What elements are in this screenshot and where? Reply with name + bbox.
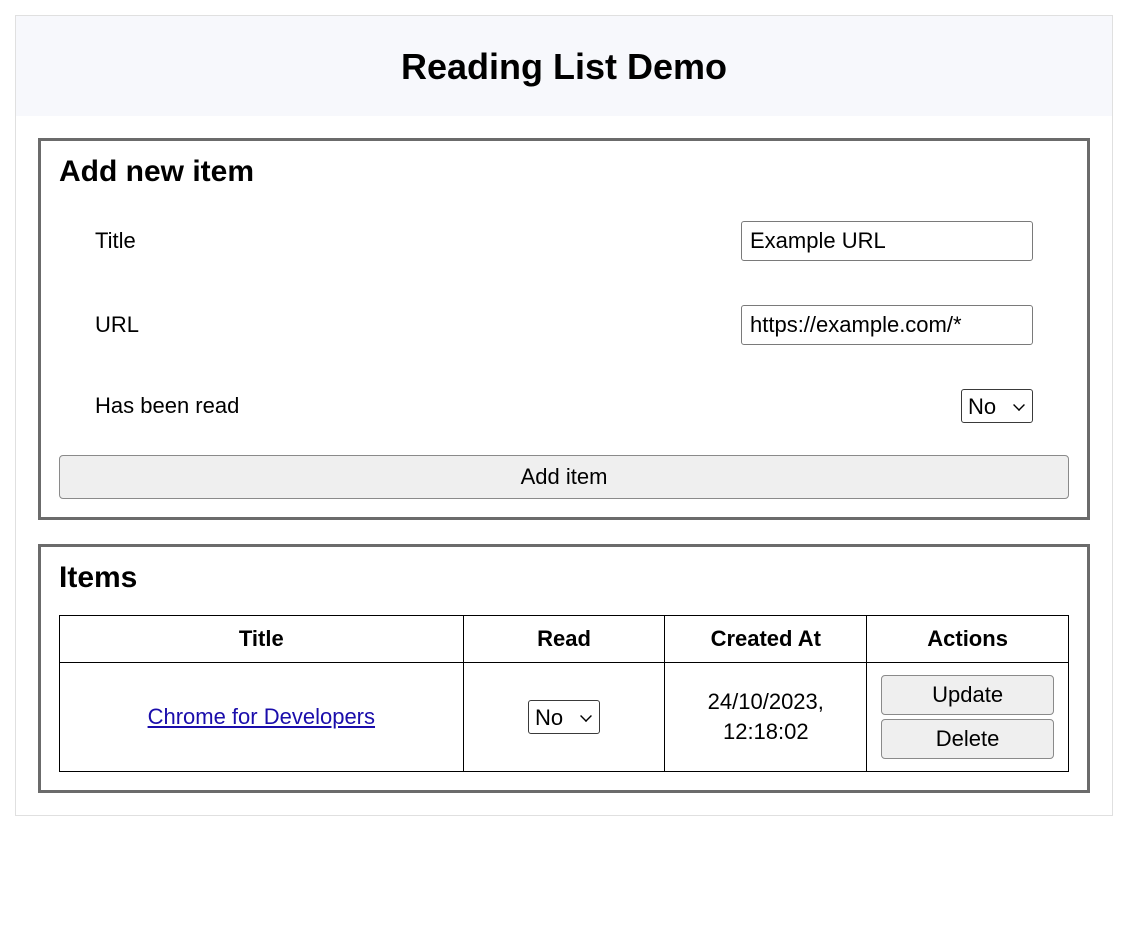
created-date: 24/10/2023, bbox=[708, 689, 824, 714]
read-select-wrap: No Yes bbox=[961, 389, 1033, 423]
created-time: 12:18:02 bbox=[723, 719, 809, 744]
form-row-url: URL bbox=[59, 293, 1069, 357]
table-header-row: Title Read Created At Actions bbox=[60, 616, 1069, 663]
form-row-title: Title bbox=[59, 209, 1069, 273]
read-label: Has been read bbox=[95, 393, 239, 419]
cell-created: 24/10/2023, 12:18:02 bbox=[665, 663, 867, 772]
page-title: Reading List Demo bbox=[16, 46, 1112, 88]
items-panel: Items Title Read Created At Actions Chro… bbox=[38, 544, 1090, 793]
delete-button[interactable]: Delete bbox=[881, 719, 1055, 759]
col-header-created: Created At bbox=[665, 616, 867, 663]
title-label: Title bbox=[95, 228, 136, 254]
form-row-read: Has been read No Yes bbox=[59, 377, 1069, 435]
add-item-heading: Add new item bbox=[59, 155, 1069, 189]
row-read-select[interactable]: No Yes bbox=[528, 700, 600, 734]
row-read-select-wrap: No Yes bbox=[528, 700, 600, 734]
title-input[interactable] bbox=[741, 221, 1033, 261]
url-label: URL bbox=[95, 312, 139, 338]
add-item-button[interactable]: Add item bbox=[59, 455, 1069, 499]
url-input[interactable] bbox=[741, 305, 1033, 345]
content-area: Add new item Title URL Has been read No … bbox=[16, 116, 1112, 815]
cell-title: Chrome for Developers bbox=[60, 663, 464, 772]
items-table: Title Read Created At Actions Chrome for… bbox=[59, 615, 1069, 772]
item-title-link[interactable]: Chrome for Developers bbox=[148, 704, 375, 729]
read-select[interactable]: No Yes bbox=[961, 389, 1033, 423]
update-button[interactable]: Update bbox=[881, 675, 1055, 715]
table-row: Chrome for Developers No Yes 24/10 bbox=[60, 663, 1069, 772]
app-container: Reading List Demo Add new item Title URL… bbox=[15, 15, 1113, 816]
cell-actions: Update Delete bbox=[867, 663, 1069, 772]
cell-read: No Yes bbox=[463, 663, 665, 772]
col-header-actions: Actions bbox=[867, 616, 1069, 663]
col-header-title: Title bbox=[60, 616, 464, 663]
page-header: Reading List Demo bbox=[16, 16, 1112, 116]
add-item-panel: Add new item Title URL Has been read No … bbox=[38, 138, 1090, 520]
items-heading: Items bbox=[59, 561, 1069, 595]
col-header-read: Read bbox=[463, 616, 665, 663]
